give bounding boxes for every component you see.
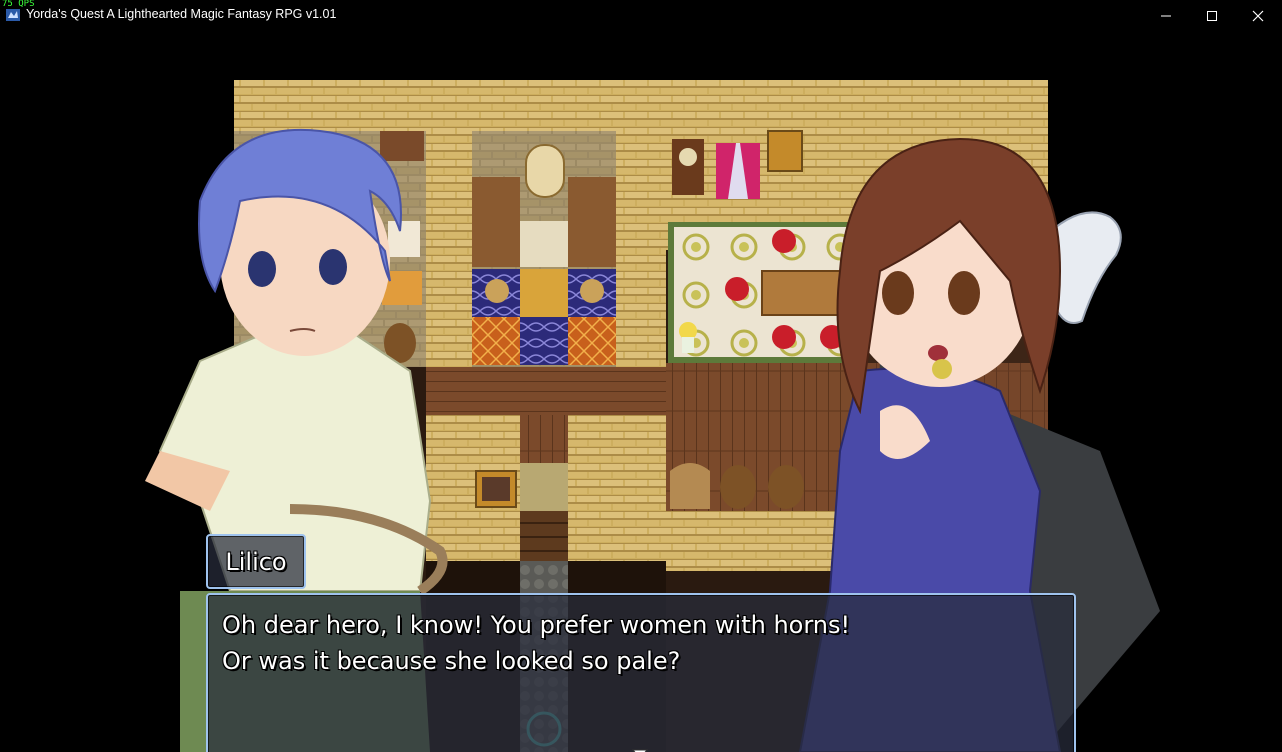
speaker-name: Lilico	[225, 547, 287, 576]
window-title: Yorda's Quest A Lighthearted Magic Fanta…	[26, 7, 337, 21]
minimize-button[interactable]	[1143, 0, 1189, 31]
maximize-button[interactable]	[1189, 0, 1235, 31]
window-titlebar[interactable]: 75 QPS Yorda's Quest A Lighthearted Magi…	[0, 0, 1282, 31]
dialogue-line-2: Or was it because she looked so pale?	[222, 647, 681, 675]
close-icon	[1252, 10, 1264, 21]
app-icon	[6, 9, 20, 21]
game-canvas[interactable]: Lilico Oh dear hero, I know! You prefer …	[0, 31, 1282, 752]
speaker-name-box: Lilico	[206, 534, 306, 589]
maximize-icon	[1207, 10, 1217, 21]
close-button[interactable]	[1235, 0, 1281, 31]
dialogue-message-box[interactable]: Oh dear hero, I know! You prefer women w…	[206, 593, 1076, 752]
minimize-icon	[1161, 15, 1171, 16]
dialogue-line-1: Oh dear hero, I know! You prefer women w…	[222, 611, 851, 639]
